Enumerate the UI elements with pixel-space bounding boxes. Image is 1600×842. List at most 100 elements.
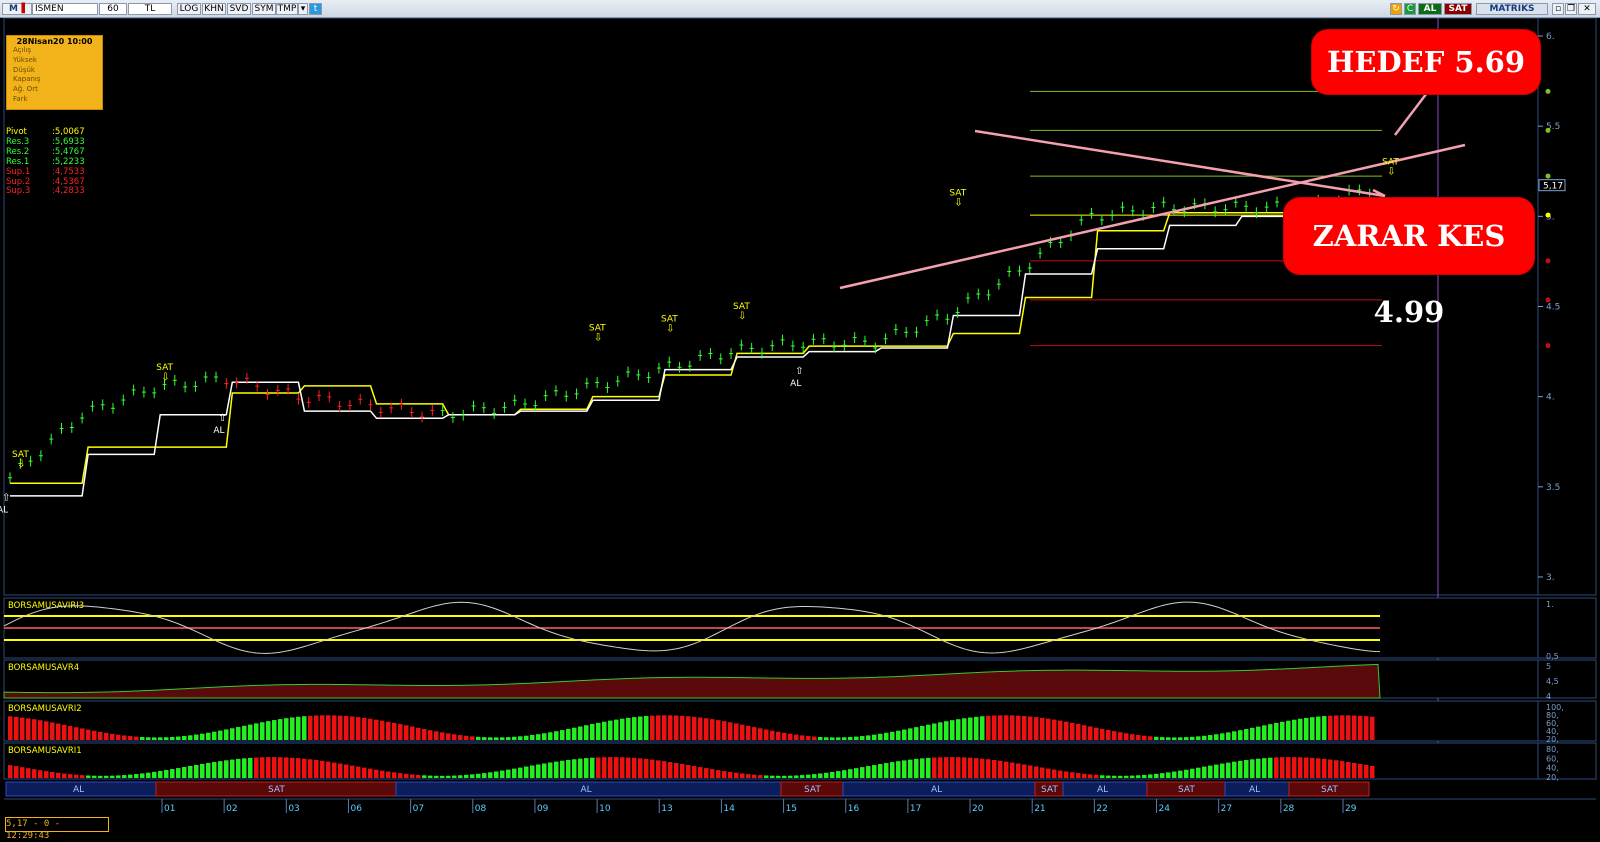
histogram-bar <box>272 757 277 778</box>
date-label: 15 <box>786 804 797 814</box>
matriks-logo-icon[interactable]: M▐ <box>2 3 32 15</box>
histogram-bar <box>806 736 811 740</box>
period-field[interactable]: 60 <box>99 3 127 15</box>
histogram-bar <box>1178 737 1183 740</box>
chart-area[interactable]: 6. 5.5 5. 4.5 4. 3.5 3. 5,17 SAT ⇩ AL ⇧ SAT ⇩ AL ⇧ SAT ⇩… <box>0 17 1600 841</box>
close-icon[interactable]: ✕ <box>1578 3 1596 15</box>
histogram-bar <box>836 737 841 740</box>
histogram-bar <box>434 731 439 740</box>
histogram-bar <box>266 757 271 778</box>
histogram-bar <box>110 733 115 740</box>
khn-button[interactable]: KHN <box>202 3 226 15</box>
histogram-bar <box>812 736 817 740</box>
signal-label: AL <box>790 379 801 389</box>
histogram-bar <box>626 717 631 740</box>
signal-segment-label: SAT <box>1321 785 1338 795</box>
histogram-bar <box>278 757 283 778</box>
green-c-icon[interactable]: C <box>1404 3 1416 15</box>
histogram-bar <box>1106 730 1111 740</box>
signal-markers: SAT⇩AL⇧SAT⇩AL⇧SAT⇩SAT⇩SAT⇩AL⇧SAT⇩SAT⇩ <box>0 158 1399 516</box>
tmp-button[interactable]: TMP <box>276 3 298 15</box>
sat-button[interactable]: SAT <box>1444 3 1472 15</box>
date-axis: 01 02 03 06 07 08 09 10 13 14 15 16 17 20 21 22 24 27 28 29 <box>4 798 1596 814</box>
histogram-bar <box>578 726 583 740</box>
sym-button[interactable]: SYM <box>252 3 276 15</box>
histogram-bar <box>1004 761 1009 778</box>
histogram-bar <box>464 735 469 740</box>
histogram-bar <box>1142 774 1147 778</box>
histogram-bar <box>476 736 481 740</box>
signal-segment-label: SAT <box>268 785 285 795</box>
dropdown-icon[interactable]: ▾ <box>298 3 308 15</box>
histogram-bar <box>1364 716 1369 740</box>
symbol-field[interactable]: ISMEN <box>32 3 98 15</box>
chart-toolbar: M▐ ISMEN 60 TL LOG KHN SVD SYM TMP ▾ t ↻… <box>0 0 1600 18</box>
al-button[interactable]: AL <box>1418 3 1442 15</box>
histogram-bar <box>332 762 337 778</box>
histogram-bar <box>638 716 643 740</box>
histogram-bar <box>26 768 31 778</box>
pivot-row: Sup.3:4,2833 <box>6 186 85 197</box>
log-button[interactable]: LOG <box>177 3 201 15</box>
histogram-bar <box>476 773 481 778</box>
histogram-bar <box>848 769 853 778</box>
histogram-bar <box>1034 766 1039 778</box>
histogram-bar <box>944 757 949 778</box>
histogram-bar <box>1058 720 1063 740</box>
histogram-bar <box>482 737 487 740</box>
histogram-bar <box>68 774 73 778</box>
histogram-bar <box>1202 766 1207 778</box>
histogram-bar <box>44 721 49 740</box>
histogram-bar <box>26 718 31 740</box>
histogram-bar <box>1214 764 1219 778</box>
restore-icon[interactable]: ❐ <box>1565 3 1577 15</box>
histogram-bar <box>596 757 601 778</box>
histogram-bar <box>344 716 349 740</box>
histogram-bar <box>974 758 979 778</box>
histogram-bar <box>878 733 883 740</box>
histogram-bar <box>224 760 229 778</box>
currency-field[interactable]: TL <box>128 3 172 15</box>
histogram-bar <box>242 725 247 740</box>
histogram-bar <box>1232 761 1237 778</box>
histogram-bar <box>434 775 439 778</box>
histogram-bar <box>392 772 397 778</box>
histogram-bar <box>1094 774 1099 778</box>
price-chart[interactable]: 6.5.55.4.54.3.53.5,17 SAT⇩AL⇧SAT⇩AL⇧SAT⇩… <box>0 17 1600 823</box>
twitter-icon[interactable]: t <box>309 3 322 15</box>
histogram-bar <box>1118 775 1123 778</box>
histogram-bar <box>704 768 709 778</box>
histogram-bar <box>1178 770 1183 778</box>
minimize-icon[interactable]: ▫ <box>1552 3 1564 15</box>
histogram-bar <box>182 735 187 740</box>
pivot-level-dot <box>1545 88 1551 94</box>
histogram-bar <box>92 730 97 740</box>
histogram-bar <box>884 732 889 740</box>
histogram-bar <box>1262 725 1267 740</box>
histogram-bar <box>314 760 319 778</box>
histogram-bar <box>752 727 757 740</box>
signal-bar: AL SAT AL SAT AL SAT AL SAT AL SAT <box>5 781 1370 797</box>
histogram-bar <box>932 723 937 740</box>
histogram-bar <box>758 775 763 778</box>
histogram-bar <box>926 757 931 778</box>
histogram-bar <box>776 775 781 778</box>
histogram-bar <box>146 737 151 740</box>
histogram-bar <box>284 718 289 740</box>
histogram-bar <box>152 771 157 778</box>
svd-button[interactable]: SVD <box>227 3 251 15</box>
histogram-bar <box>1340 761 1345 778</box>
histogram-bar <box>1328 715 1333 740</box>
histogram-bar <box>182 767 187 778</box>
histogram-bar <box>416 727 421 740</box>
refresh-icon[interactable]: ↻ <box>1390 3 1402 15</box>
date-label: 29 <box>1345 804 1357 814</box>
histogram-bar <box>272 720 277 740</box>
signal-segment-label: AL <box>931 785 942 795</box>
histogram-bar <box>1112 731 1117 740</box>
histogram-bar <box>1082 773 1087 778</box>
histogram-bar <box>1316 716 1321 740</box>
histogram-bar <box>1052 719 1057 740</box>
histogram-bar <box>914 758 919 778</box>
histogram-bar <box>494 737 499 740</box>
